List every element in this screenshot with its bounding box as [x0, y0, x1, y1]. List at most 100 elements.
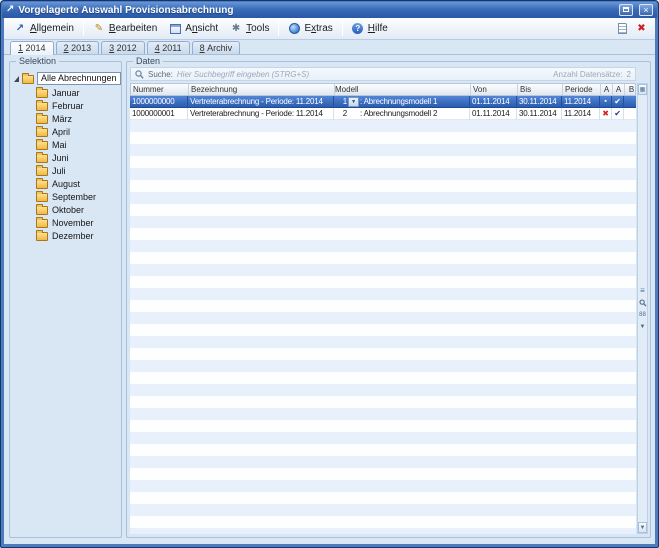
empty-grid-row [130, 228, 636, 240]
tree-item-oktober[interactable]: Oktober [14, 203, 119, 216]
empty-grid-row [130, 444, 636, 456]
grid-side-strip: ▦ ≡ 88 ▼ ▼ [637, 83, 648, 534]
tab-2014[interactable]: 1 2014 [10, 41, 54, 55]
edit-pencil-icon: ✎ [93, 23, 105, 35]
magnifier-icon [639, 299, 647, 307]
empty-grid-row [130, 312, 636, 324]
menu-hilfe[interactable]: ? Hilfe [346, 21, 394, 37]
tree-item-dezember[interactable]: Dezember [14, 229, 119, 242]
tab-2012[interactable]: 3 2012 [101, 41, 145, 54]
cell-b [624, 96, 636, 108]
cell-modell: 1 ▼ : Abrechnungsmodell 1 [334, 96, 470, 108]
empty-grid-row [130, 180, 636, 192]
empty-grid-row [130, 492, 636, 504]
menu-ansicht[interactable]: Ansicht [163, 21, 224, 37]
column-header-nummer[interactable]: Nummer [131, 84, 189, 95]
folder-icon [36, 141, 48, 150]
cell-periode: 11.2014 [562, 108, 600, 120]
month-label: September [52, 192, 96, 202]
menubar: ↗ Allgemein ✎ Bearbeiten Ansicht ✱ Tools… [4, 18, 655, 40]
tree-item-februar[interactable]: Februar [14, 99, 119, 112]
empty-grid-row [130, 120, 636, 132]
month-label: Februar [52, 101, 84, 111]
cell-bis: 30.11.2014 [517, 108, 562, 120]
cell-bis: 30.11.2014 [517, 96, 562, 108]
titlebar: ↗ Vorgelagerte Auswahl Provisionsabrechn… [2, 2, 657, 18]
menu-bearbeiten[interactable]: ✎ Bearbeiten [87, 21, 163, 37]
grid-row-selected[interactable]: 1000000000 Vertreterabrechnung - Periode… [130, 96, 636, 108]
record-count-label: Anzahl Datensätze: [553, 70, 622, 79]
close-button[interactable]: × [639, 4, 653, 16]
tree-item-juni[interactable]: Juni [14, 151, 119, 164]
column-header-bezeichnung[interactable]: Bezeichnung [189, 84, 335, 95]
expand-arrow-icon [14, 76, 19, 82]
new-document-button[interactable] [613, 20, 632, 37]
month-label: April [52, 127, 70, 137]
column-header-von[interactable]: Von [471, 84, 518, 95]
tree-item-maerz[interactable]: März [14, 112, 119, 125]
column-header-modell[interactable]: Modell [335, 84, 471, 95]
zoom-icon[interactable] [638, 298, 647, 308]
restore-button[interactable] [619, 4, 633, 16]
tree-item-mai[interactable]: Mai [14, 138, 119, 151]
exit-button[interactable]: ✖ [632, 20, 651, 37]
document-icon [618, 23, 627, 34]
tree-item-august[interactable]: August [14, 177, 119, 190]
empty-grid-row [130, 324, 636, 336]
daten-label: Daten [133, 56, 163, 66]
column-header-a2[interactable]: A [613, 84, 625, 95]
menu-tools[interactable]: ✱ Tools [224, 21, 275, 37]
tree-root-alle-abrechnungen[interactable]: Alle Abrechnungen [14, 71, 119, 86]
empty-grid-row [130, 252, 636, 264]
modell-text: : Abrechnungsmodell 2 [360, 108, 469, 120]
app-icon: ↗ [6, 5, 14, 15]
column-header-a1[interactable]: A [601, 84, 613, 95]
empty-grid-row [130, 300, 636, 312]
tab-2013[interactable]: 2 2013 [56, 41, 100, 54]
menu-extras[interactable]: Extras [282, 21, 338, 37]
column-header-bis[interactable]: Bis [518, 84, 563, 95]
empty-grid-row [130, 192, 636, 204]
month-label: Juli [52, 166, 66, 176]
column-header-periode[interactable]: Periode [563, 84, 601, 95]
grid-row[interactable]: 1000000001 Vertreterabrechnung - Periode… [130, 108, 636, 120]
menu-bearbeiten-label: Bearbeiten [109, 23, 157, 34]
folder-icon [36, 219, 48, 228]
tree-item-januar[interactable]: Januar [14, 86, 119, 99]
tree-item-april[interactable]: April [14, 125, 119, 138]
tree-item-juli[interactable]: Juli [14, 164, 119, 177]
help-icon: ? [352, 23, 364, 35]
folder-icon [36, 102, 48, 111]
view-icon [169, 23, 181, 35]
folder-icon [36, 193, 48, 202]
menu-extras-label: Extras [304, 23, 332, 34]
empty-grid-row [130, 372, 636, 384]
tree-item-september[interactable]: September [14, 190, 119, 203]
list-view-icon[interactable]: ≡ [638, 286, 647, 296]
empty-grid-row [130, 168, 636, 180]
year-tabstrip: 1 2014 2 2013 3 2012 4 2011 8 Archiv [4, 40, 655, 55]
tab-2011[interactable]: 4 2011 [147, 41, 190, 54]
cell-periode: 11.2014 [562, 96, 600, 108]
tab-archiv[interactable]: 8 Archiv [192, 41, 241, 54]
column-chooser-button[interactable]: ▦ [638, 84, 647, 95]
grid-searchbar: Suche: Anzahl Datensätze: 2 [130, 67, 636, 81]
check-a2-icon: ✔ [612, 96, 624, 108]
menu-separator [342, 21, 343, 36]
folder-icon [36, 180, 48, 189]
restore-icon [623, 7, 629, 12]
menu-allgemein[interactable]: ↗ Allgemein [8, 21, 80, 37]
modell-dropdown-button[interactable]: ▼ [348, 97, 359, 107]
open-folder-icon [22, 75, 34, 84]
cell-von: 01.11.2014 [470, 96, 517, 108]
empty-grid-row [130, 156, 636, 168]
modell-text: : Abrechnungsmodell 1 [360, 96, 469, 108]
search-input[interactable] [177, 70, 549, 79]
empty-grid-row [130, 396, 636, 408]
record-count-icon[interactable]: 88 [638, 310, 647, 320]
tree-item-november[interactable]: November [14, 216, 119, 229]
month-label: Oktober [52, 205, 84, 215]
scroll-down-button[interactable]: ▼ [638, 522, 647, 533]
go-to-bottom-icon[interactable]: ▼ [638, 322, 647, 332]
empty-grid-row [130, 264, 636, 276]
